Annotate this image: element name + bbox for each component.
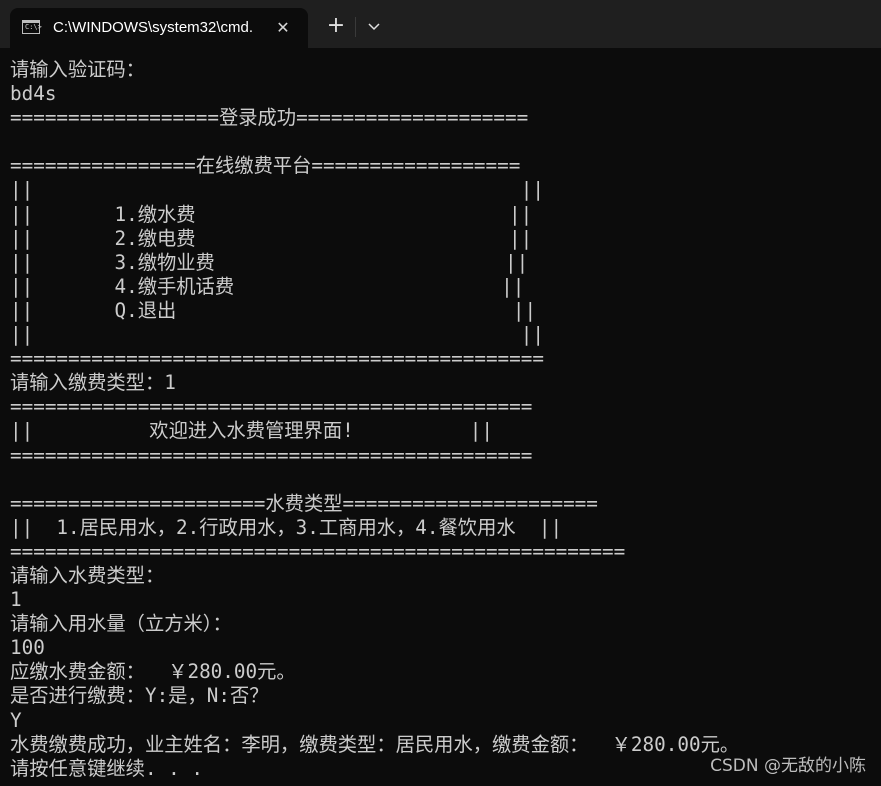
console-line: 是否进行缴费：Y:是，N:否？ [10, 684, 269, 708]
console-line: 请输入水费类型： [10, 563, 165, 587]
terminal-icon: C:\> [22, 20, 42, 34]
console-line: 水费缴费成功，业主姓名：李明，缴费类型：居民用水，缴费金额： ￥280.00元。 [10, 732, 740, 756]
tab-cmd[interactable]: C:\> C:\WINDOWS\system32\cmd. ✕ [10, 8, 308, 48]
console-line: bd4s [10, 82, 57, 106]
tab-divider [355, 17, 356, 37]
console-line: 请输入用水量（立方米）： [10, 612, 232, 636]
watermark: CSDN @无敌的小陈 [710, 756, 866, 776]
console-line: || 1.缴水费 || [10, 202, 533, 226]
console-line: || 4.缴手机话费 || [10, 274, 525, 298]
console-line: 100 [10, 636, 45, 660]
console-line: || 1.居民用水，2.行政用水，3.工商用水，4.餐饮用水 || [10, 515, 563, 539]
console-line: 1 [10, 588, 22, 612]
console-output[interactable]: 请输入验证码： bd4s ==================登录成功=======… [10, 58, 881, 786]
console-line: ==================登录成功==================… [10, 106, 529, 130]
console-line: ========================================… [10, 539, 626, 563]
console-line: ================在线缴费平台================== [10, 154, 521, 178]
tab-dropdown-button[interactable] [362, 14, 386, 40]
new-tab-button[interactable]: + [323, 14, 349, 40]
console-line: 请输入验证码： [10, 58, 145, 81]
console-line: ========================================… [10, 395, 533, 419]
console-line: || 3.缴物业费 || [10, 250, 529, 274]
console-line: Y [10, 708, 22, 732]
console-line: || || [10, 178, 544, 202]
console-line: ======================水费类型==============… [10, 491, 598, 515]
plus-icon: + [326, 13, 346, 38]
console-line: || || [10, 323, 544, 347]
console-line: || 欢迎进入水费管理界面! || [10, 419, 494, 443]
console-line: ========================================… [10, 443, 533, 467]
console-line: 应缴水费金额： ￥280.00元。 [10, 660, 296, 684]
tab-title: C:\WINDOWS\system32\cmd. [53, 19, 254, 36]
console-line: 请输入缴费类型：1 [10, 371, 176, 395]
title-bar: C:\> C:\WINDOWS\system32\cmd. ✕ + [0, 0, 881, 48]
console-line: || Q.退出 || [10, 298, 537, 322]
terminal-window: C:\> C:\WINDOWS\system32\cmd. ✕ + 请输入验证码… [0, 0, 881, 786]
console-line: ========================================… [10, 347, 544, 371]
chevron-down-icon [368, 23, 380, 31]
terminal-icon-prompt: C:\> [25, 23, 42, 31]
close-icon[interactable]: ✕ [272, 17, 294, 39]
console-line: || 2.缴电费 || [10, 226, 533, 250]
